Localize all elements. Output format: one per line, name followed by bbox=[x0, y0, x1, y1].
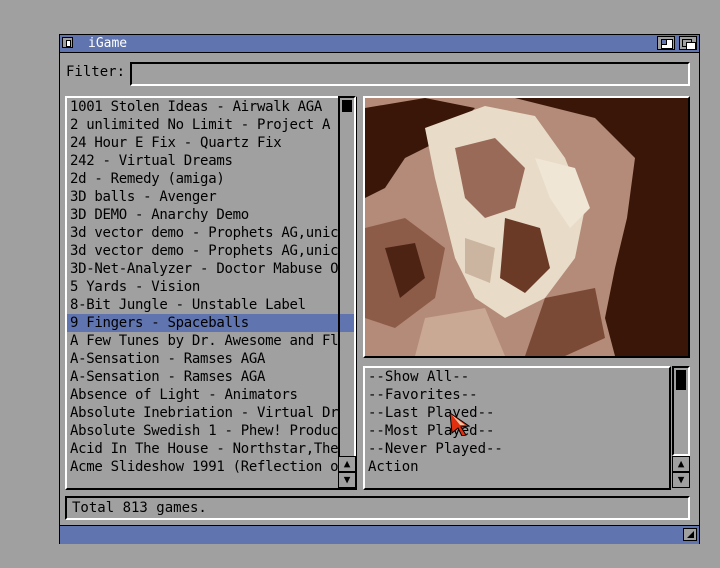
game-list-item[interactable]: 3D DEMO - Anarchy Demo bbox=[67, 206, 355, 224]
game-list-item[interactable]: 5 Yards - Vision bbox=[67, 278, 355, 296]
game-list-item[interactable]: A Few Tunes by Dr. Awesome and Fl bbox=[67, 332, 355, 350]
game-list-item[interactable]: Absolute Swedish 1 - Phew! Produc bbox=[67, 422, 355, 440]
category-list-scroll-up-button[interactable]: ▲ bbox=[672, 456, 690, 472]
games-list-scrollbar[interactable] bbox=[338, 96, 356, 458]
window-title: iGame bbox=[88, 36, 128, 51]
game-list-item[interactable]: 3D-Net-Analyzer - Doctor Mabuse O bbox=[67, 260, 355, 278]
close-icon[interactable] bbox=[62, 37, 73, 48]
zoom-icon[interactable] bbox=[657, 36, 675, 50]
window-titlebar[interactable]: iGame bbox=[60, 35, 699, 53]
category-list[interactable]: --Show All-- --Favorites-- --Last Played--… bbox=[363, 366, 671, 490]
games-list-scroll-down-button[interactable]: ▼ bbox=[338, 472, 356, 488]
depth-icon[interactable] bbox=[679, 36, 697, 50]
game-list-item[interactable]: 3d vector demo - Prophets AG,unic bbox=[67, 242, 355, 260]
arrow-up-icon: ▲ bbox=[343, 457, 351, 470]
category-list-scroll-down-button[interactable]: ▼ bbox=[672, 472, 690, 488]
resize-icon[interactable] bbox=[683, 528, 697, 541]
arrow-down-icon: ▼ bbox=[677, 473, 685, 486]
game-screenshot bbox=[363, 96, 690, 358]
game-list-item[interactable]: 242 - Virtual Dreams bbox=[67, 152, 355, 170]
game-list-item[interactable]: 2d - Remedy (amiga) bbox=[67, 170, 355, 188]
category-list-item[interactable]: Action bbox=[365, 458, 669, 476]
category-list-item[interactable]: --Never Played-- bbox=[365, 440, 669, 458]
window-bottom-border bbox=[60, 525, 699, 544]
game-list-item[interactable]: 3D balls - Avenger bbox=[67, 188, 355, 206]
game-list-item[interactable]: 1001 Stolen Ideas - Airwalk AGA bbox=[67, 98, 355, 116]
arrow-down-icon: ▼ bbox=[343, 473, 351, 486]
game-list-item[interactable]: 2 unlimited No Limit - Project A bbox=[67, 116, 355, 134]
game-list-item[interactable]: 24 Hour E Fix - Quartz Fix bbox=[67, 134, 355, 152]
games-list-scroll-up-button[interactable]: ▲ bbox=[338, 456, 356, 472]
igame-window: iGame Filter: 1001 Stolen Ideas - Airwal… bbox=[59, 34, 700, 544]
game-list-item[interactable]: Absolute Inebriation - Virtual Dr bbox=[67, 404, 355, 422]
game-list-item[interactable]: A-Sensation - Ramses AGA bbox=[67, 368, 355, 386]
category-list-item[interactable]: --Most Played-- bbox=[365, 422, 669, 440]
game-list-item[interactable]: Acme Slideshow 1991 (Reflection o bbox=[67, 458, 355, 476]
games-list-scroll-knob[interactable] bbox=[342, 100, 352, 112]
game-list-item[interactable]: Absence of Light - Animators bbox=[67, 386, 355, 404]
category-list-item[interactable]: --Favorites-- bbox=[365, 386, 669, 404]
category-list-scroll-knob[interactable] bbox=[676, 370, 686, 390]
game-list-item[interactable]: A-Sensation - Ramses AGA bbox=[67, 350, 355, 368]
filter-input[interactable] bbox=[130, 62, 690, 86]
status-bar: Total 813 games. bbox=[65, 496, 690, 520]
arrow-up-icon: ▲ bbox=[677, 457, 685, 470]
game-list-item[interactable]: 9 Fingers - Spaceballs bbox=[67, 314, 355, 332]
game-list-item[interactable]: 3d vector demo - Prophets AG,unic bbox=[67, 224, 355, 242]
category-list-scrollbar[interactable] bbox=[672, 366, 690, 456]
category-list-item[interactable]: --Last Played-- bbox=[365, 404, 669, 422]
games-list[interactable]: 1001 Stolen Ideas - Airwalk AGA 2 unlimit… bbox=[65, 96, 357, 490]
screenshot-image bbox=[365, 98, 688, 356]
mouse-pointer-icon bbox=[449, 412, 471, 436]
game-list-item[interactable]: Acid In The House - Northstar,The bbox=[67, 440, 355, 458]
game-list-item[interactable]: 8-Bit Jungle - Unstable Label bbox=[67, 296, 355, 314]
filter-label: Filter: bbox=[66, 64, 126, 80]
category-list-item[interactable]: --Show All-- bbox=[365, 368, 669, 386]
